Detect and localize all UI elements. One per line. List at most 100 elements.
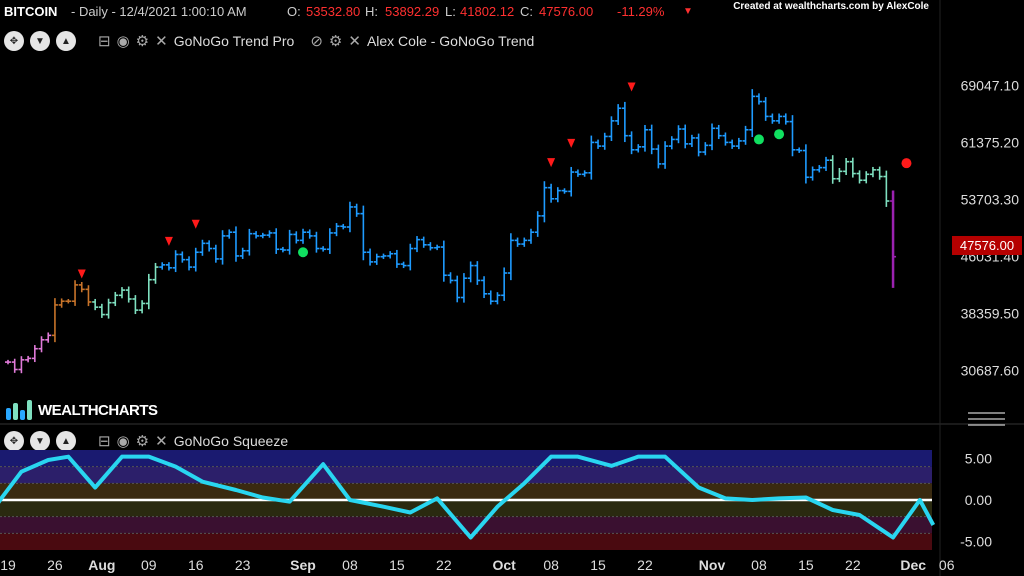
main-indicator-bar: ✥ ▼ ▲ ⊟ ◉ ⚙ ✕ GoNoGo Trend Pro ⊘ ⚙ ✕ Ale… [4, 30, 534, 52]
indicator-label-trend-pro[interactable]: GoNoGo Trend Pro [174, 33, 295, 49]
low-label: L: [445, 4, 456, 19]
eye-off-icon[interactable]: ⊘ [310, 32, 323, 50]
ohlc-bar [688, 134, 695, 147]
indicator-label-squeeze[interactable]: GoNoGo Squeeze [174, 433, 288, 449]
collapse-down-icon[interactable]: ▼ [30, 431, 50, 451]
ohlc-bar [561, 188, 568, 194]
ohlc-bar [796, 147, 803, 153]
gear-icon[interactable]: ⚙ [136, 432, 149, 450]
price-chart-svg: 69047.10 61375.20 53703.30 46031.40 38359.50… [0, 0, 1024, 576]
ohlc-bar [226, 229, 233, 239]
ohlc-bar [447, 272, 454, 284]
time-tick-label: 15 [389, 557, 405, 573]
header-dropdown-icon[interactable]: ▼ [683, 6, 693, 17]
ohlc-bar [507, 233, 514, 281]
gear-icon[interactable]: ⚙ [329, 32, 342, 50]
time-tick-label: 23 [235, 557, 251, 573]
minimize-icon[interactable]: ⊟ [98, 32, 111, 50]
ohlc-bar [823, 156, 830, 171]
indicator-label-alex-cole[interactable]: Alex Cole - GoNoGo Trend [367, 33, 534, 49]
sell-arrow [164, 236, 173, 246]
ohlc-bar [628, 131, 635, 155]
ohlc-bar [320, 246, 327, 252]
minimize-icon[interactable]: ⊟ [98, 432, 111, 450]
sell-arrow [567, 138, 576, 148]
wealthcharts-logo: WEALTHCHARTS [4, 398, 158, 422]
ohlc-bar [434, 244, 441, 251]
gear-icon[interactable]: ⚙ [136, 32, 149, 50]
price-badge-bg [952, 236, 1022, 255]
axis-scroll-handle[interactable] [968, 412, 1005, 426]
ohlc-bar [588, 135, 595, 180]
time-tick-label: Dec [900, 557, 926, 573]
ohlc-bar [755, 93, 762, 105]
close-icon[interactable]: ✕ [155, 432, 168, 450]
close-icon[interactable]: ✕ [155, 32, 168, 50]
ohlc-bar [742, 125, 749, 145]
close-icon[interactable]: ✕ [348, 32, 361, 50]
ohlc-bar [782, 113, 789, 125]
move-icon[interactable]: ✥ [4, 31, 24, 51]
ohlc-bar [279, 246, 286, 253]
ohlc-bar [367, 248, 374, 266]
ohlc-bar [360, 205, 367, 261]
ohlc-bar [18, 356, 25, 374]
ohlc-bar [776, 113, 783, 124]
ohlc-bar [454, 275, 461, 303]
ohlc-bar [816, 165, 823, 173]
ohlc-bar [139, 300, 146, 314]
ohlc-bar [621, 101, 628, 143]
ohlc-bar [829, 155, 836, 184]
ohlc-bar [186, 256, 193, 271]
ohlc-bar [387, 251, 394, 259]
ohlc-bar [212, 244, 219, 263]
ohlc-bar [98, 303, 105, 318]
collapse-up-icon[interactable]: ▲ [56, 31, 76, 51]
go-marker [753, 134, 764, 145]
ohlc-bar [420, 236, 427, 248]
ohlc-bar [165, 262, 172, 271]
ohlc-bar [668, 136, 675, 150]
price-markers [77, 82, 912, 279]
interval-info: - Daily - 12/4/2021 1:00:10 AM [71, 4, 247, 19]
sell-arrow [191, 219, 200, 229]
time-tick-label: 22 [637, 557, 653, 573]
squeeze-band [0, 450, 932, 467]
ohlc-bar [662, 141, 669, 169]
collapse-down-icon[interactable]: ▼ [30, 31, 50, 51]
collapse-up-icon[interactable]: ▲ [56, 431, 76, 451]
squeeze-band [0, 500, 932, 517]
ohlc-bar [72, 280, 79, 306]
ohlc-bar [5, 359, 11, 365]
ohlc-bar [749, 89, 756, 138]
symbol-label: BITCOIN [4, 4, 58, 19]
price-bars [5, 89, 897, 374]
ohlc-bar [467, 261, 474, 283]
ohlc-bar [601, 132, 608, 150]
time-tick-label: 26 [47, 557, 63, 573]
ohlc-bar [581, 170, 588, 177]
ohlc-bar [45, 332, 52, 343]
ohlc-bar [346, 201, 353, 233]
ohlc-bar [890, 190, 897, 288]
time-tick-label: 09 [141, 557, 157, 573]
ohlc-bar [427, 242, 434, 251]
open-label: O: [287, 4, 301, 19]
low-value: 41802.12 [460, 4, 515, 19]
ohlc-bar [353, 203, 360, 217]
time-tick-label: 22 [845, 557, 861, 573]
high-label: H: [365, 4, 378, 19]
ohlc-bar [31, 345, 38, 363]
ohlc-bar [300, 228, 307, 244]
ohlc-bar [38, 336, 45, 353]
eye-icon[interactable]: ◉ [117, 432, 130, 450]
ohlc-bar [548, 183, 555, 203]
close-value: 47576.00 [539, 4, 594, 19]
ohlc-bar [51, 298, 58, 343]
move-icon[interactable]: ✥ [4, 431, 24, 451]
ohlc-bar [843, 158, 850, 176]
ohlc-bar [333, 223, 340, 237]
eye-icon[interactable]: ◉ [117, 32, 130, 50]
ohlc-bar [481, 276, 488, 299]
ohlc-bar [159, 262, 166, 270]
